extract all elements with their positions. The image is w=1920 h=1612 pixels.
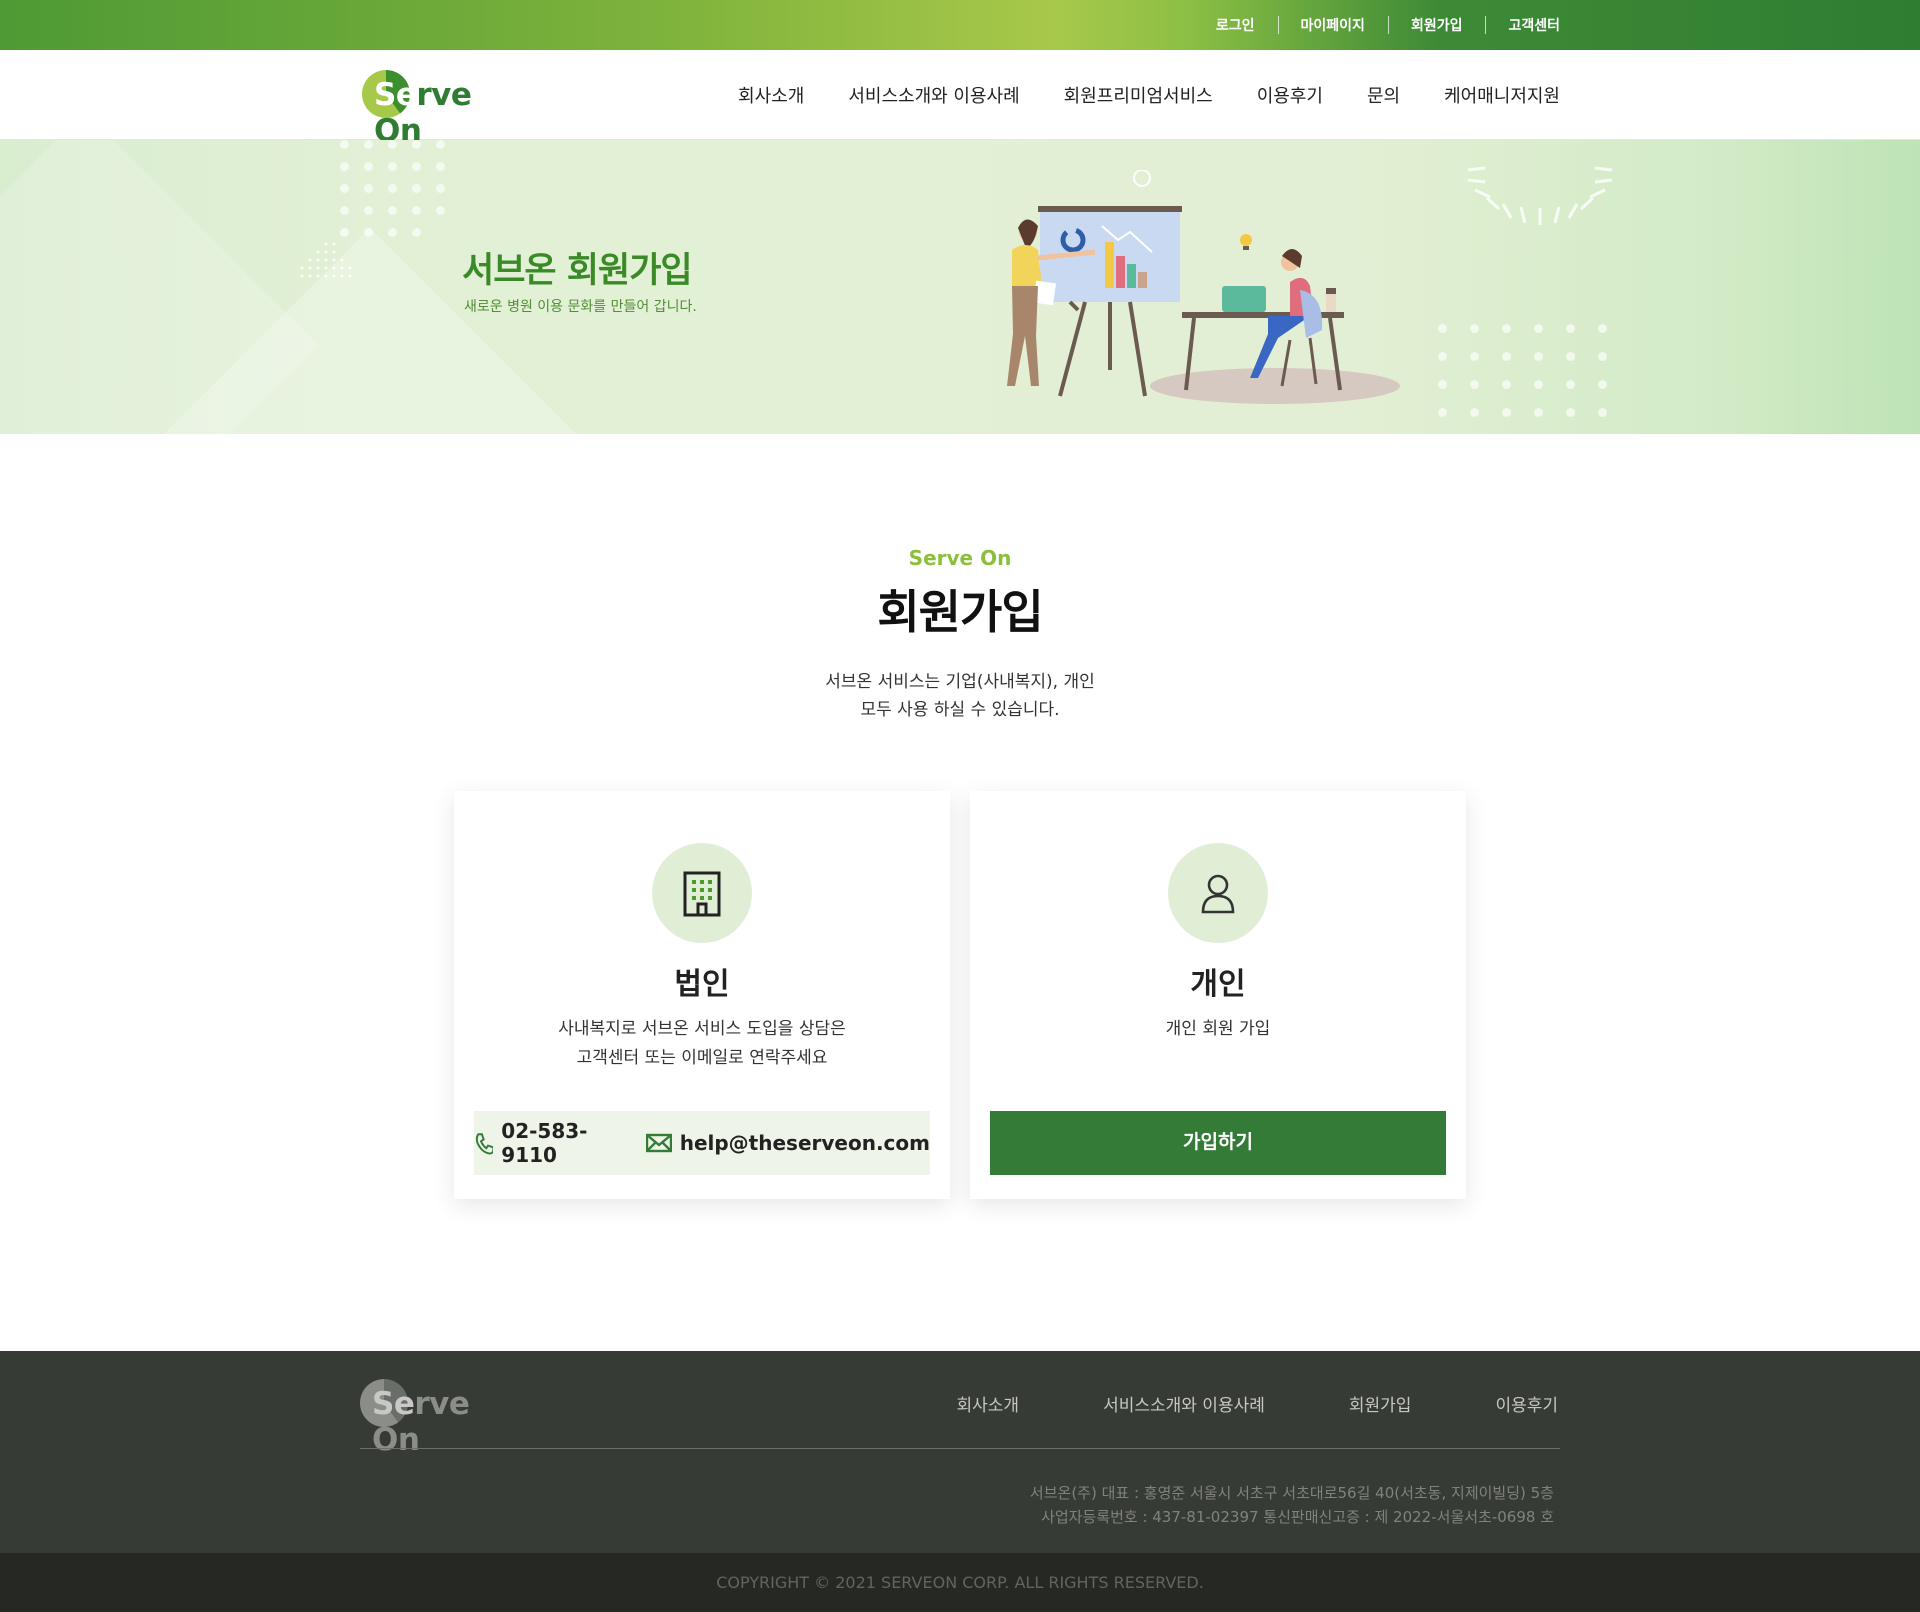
nav-item-inquiry[interactable]: 문의 <box>1367 82 1400 108</box>
section-kicker: Serve On <box>908 546 1012 570</box>
sunburst-decor-icon <box>1467 166 1613 225</box>
signup-link[interactable]: 회원가입 <box>1387 15 1486 35</box>
footer-nav-company[interactable]: 회사소개 <box>957 1391 1020 1416</box>
hero-banner: 서브온 회원가입 새로운 병원 이용 문화를 만들어 갑니다. <box>0 140 1920 434</box>
main-header: Serve On 회사소개 서비스소개와 이용사례 회원프리미엄서비스 이용후기… <box>0 50 1920 149</box>
footer-logo[interactable]: Serve On <box>360 1379 520 1458</box>
footer-nav-signup[interactable]: 회원가입 <box>1349 1391 1412 1416</box>
mail-icon <box>645 1133 672 1153</box>
login-link[interactable]: 로그인 <box>1193 15 1278 35</box>
section-description: 서브온 서비스는 기업(사내복지), 개인 모두 사용 하실 수 있습니다. <box>825 672 1095 720</box>
footer-nav-reviews[interactable]: 이용후기 <box>1495 1391 1558 1416</box>
nav-item-company[interactable]: 회사소개 <box>738 82 804 108</box>
nav-item-care-manager[interactable]: 케어매니저지원 <box>1444 82 1560 108</box>
personal-description: 개인 회원 가입 <box>1165 1019 1271 1039</box>
footer-logo-text-first: Se <box>372 1386 415 1422</box>
user-icon <box>1201 874 1235 914</box>
site-footer: Serve On 회사소개 서비스소개와 이용사례 회원가입 이용후기 서브온(… <box>0 1351 1920 1553</box>
nav-item-reviews[interactable]: 이용후기 <box>1257 82 1323 108</box>
company-info: 서브온(주) 대표 : 홍영준 서울시 서초구 서초대로56길 40(서초동, … <box>1029 1484 1554 1526</box>
hero-title: 서브온 회원가입 <box>462 251 693 291</box>
presentation-illustration <box>1007 170 1400 404</box>
phone-icon <box>475 1133 494 1155</box>
top-utility-bar: 로그인 마이페이지 회원가입 고객센터 <box>0 0 1920 50</box>
footer-nav-services[interactable]: 서비스소개와 이용사례 <box>1103 1391 1265 1416</box>
building-icon <box>683 871 721 917</box>
footer-nav: 회사소개 서비스소개와 이용사례 회원가입 이용후기 <box>873 1391 1559 1416</box>
hero-subtitle: 새로운 병원 이용 문화를 만들어 갑니다. <box>464 299 697 315</box>
phone-contact[interactable]: 02-583-9110 <box>474 1119 626 1167</box>
nav-item-premium[interactable]: 회원프리미엄서비스 <box>1064 82 1213 108</box>
email-contact[interactable]: help@theserveon.com <box>645 1131 930 1155</box>
site-logo[interactable]: Serve On <box>362 70 512 149</box>
building-icon-circle <box>652 843 752 943</box>
logo-text-first: Se <box>374 77 417 113</box>
user-icon-circle <box>1168 843 1268 943</box>
mypage-link[interactable]: 마이페이지 <box>1277 15 1388 35</box>
nav-item-services[interactable]: 서비스소개와 이용사례 <box>848 82 1019 108</box>
corporate-contact-box: 02-583-9110 help@theserveon.com <box>474 1111 930 1175</box>
customer-center-link[interactable]: 고객센터 <box>1485 15 1560 35</box>
personal-card: 개인 개인 회원 가입 가입하기 <box>970 791 1466 1199</box>
footer-divider <box>360 1448 1560 1449</box>
grid-dots-decor-icon <box>300 242 352 278</box>
corporate-card: 법인 사내복지로 서브온 서비스 도입을 상담은 고객센터 또는 이메일로 연락… <box>454 791 950 1199</box>
personal-title: 개인 <box>1190 967 1246 1002</box>
page-title: 회원가입 <box>877 585 1043 639</box>
corporate-title: 법인 <box>674 967 730 1002</box>
email-address: help@theserveon.com <box>679 1131 930 1155</box>
corporate-description: 사내복지로 서브온 서비스 도입을 상담은 고객센터 또는 이메일로 연락주세요 <box>558 1019 846 1068</box>
join-button[interactable]: 가입하기 <box>990 1111 1446 1175</box>
main-nav: 회사소개 서비스소개와 이용사례 회원프리미엄서비스 이용후기 문의 케어매니저… <box>694 50 1560 140</box>
copyright-bar: COPYRIGHT © 2021 SERVEON CORP. ALL RIGHT… <box>0 1553 1920 1612</box>
phone-number: 02-583-9110 <box>501 1119 588 1167</box>
utility-nav: 로그인 마이페이지 회원가입 고객센터 <box>1193 0 1560 50</box>
